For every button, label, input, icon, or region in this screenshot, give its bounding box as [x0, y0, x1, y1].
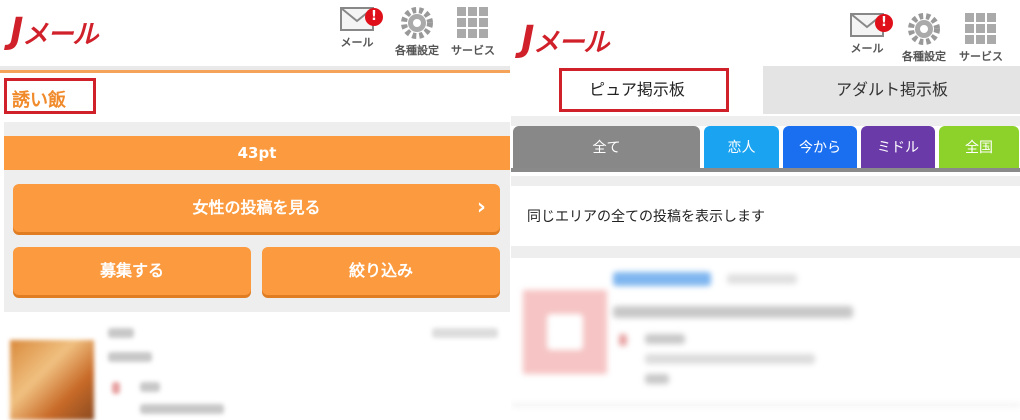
section-divider — [511, 116, 1020, 126]
blur-line — [432, 328, 498, 338]
services-label: サービス — [451, 44, 495, 57]
blur-line — [645, 374, 669, 384]
settings-button[interactable]: 各種設定 — [898, 12, 950, 64]
blur-line — [108, 328, 134, 338]
settings-label: 各種設定 — [395, 44, 439, 57]
view-button-label: 女性の投稿を見る — [192, 198, 321, 217]
jmail-logo[interactable]: Jメール — [10, 14, 98, 53]
mail-button[interactable]: ! メール — [841, 12, 893, 56]
blur-badge — [613, 272, 711, 286]
chevron-right-icon: › — [476, 195, 486, 220]
settings-button[interactable]: 各種設定 — [391, 6, 443, 58]
category-nationwide[interactable]: 全国 — [939, 126, 1019, 170]
blurred-post-list[interactable] — [0, 318, 510, 420]
info-text: 同じエリアの全ての投稿を表示します — [527, 209, 765, 225]
tab-adult-board[interactable]: アダルト掲示板 — [763, 66, 1020, 114]
mail-badge: ! — [365, 8, 383, 26]
category-now[interactable]: 今から — [783, 126, 857, 170]
blur-line — [140, 404, 224, 414]
blurred-post-list[interactable] — [511, 258, 1020, 420]
mail-badge: ! — [875, 14, 893, 32]
page-title: 誘い飯 — [12, 90, 66, 111]
services-label: サービス — [959, 50, 1003, 63]
blur-divider — [511, 404, 1020, 406]
blur-pin — [619, 334, 627, 346]
grid-icon — [965, 13, 996, 44]
blur-line — [727, 274, 797, 284]
settings-label: 各種設定 — [902, 50, 946, 63]
view-female-posts-button[interactable]: 女性の投稿を見る › — [13, 184, 500, 232]
recruit-button[interactable]: 募集する — [13, 247, 251, 295]
title-underline — [0, 70, 510, 73]
section-divider — [511, 176, 1020, 186]
gear-icon — [908, 13, 940, 45]
blur-pin — [112, 382, 120, 394]
post-thumbnail — [523, 290, 607, 374]
grid-icon — [457, 7, 488, 38]
filter-button[interactable]: 絞り込み — [262, 247, 500, 295]
services-button[interactable]: サービス — [447, 6, 499, 58]
category-underline — [511, 168, 1020, 172]
services-button[interactable]: サービス — [955, 12, 1007, 64]
category-lover[interactable]: 恋人 — [704, 126, 779, 170]
jmail-logo[interactable]: Jメール — [521, 22, 609, 61]
blur-line — [645, 334, 685, 344]
right-screen: Jメール ! メール 各種設定 サービス ピュア掲示板 アダルト掲示板 全て 恋… — [510, 0, 1020, 420]
blur-line — [108, 352, 152, 362]
points-bar: 43pt — [4, 136, 510, 170]
section-divider — [511, 246, 1020, 258]
blur-line — [140, 382, 160, 392]
mail-label: メール — [850, 42, 884, 55]
app-header: Jメール ! メール 各種設定 サービス — [511, 0, 1020, 63]
mail-button[interactable]: ! メール — [331, 6, 383, 50]
highlight-box — [559, 68, 729, 112]
left-screen: Jメール ! メール 各種設定 サービス 誘い飯 43pt 女性の投稿を見る ›… — [0, 0, 510, 420]
category-middle[interactable]: ミドル — [861, 126, 935, 170]
blur-line — [613, 306, 853, 318]
blur-line — [645, 354, 815, 364]
app-header: Jメール ! メール 各種設定 サービス — [0, 0, 510, 60]
mail-label: メール — [340, 36, 374, 49]
category-all[interactable]: 全て — [513, 126, 700, 170]
category-tabs: 全て 恋人 今から ミドル 全国 — [511, 126, 1020, 170]
gear-icon — [401, 7, 433, 39]
post-thumbnail — [10, 340, 94, 420]
